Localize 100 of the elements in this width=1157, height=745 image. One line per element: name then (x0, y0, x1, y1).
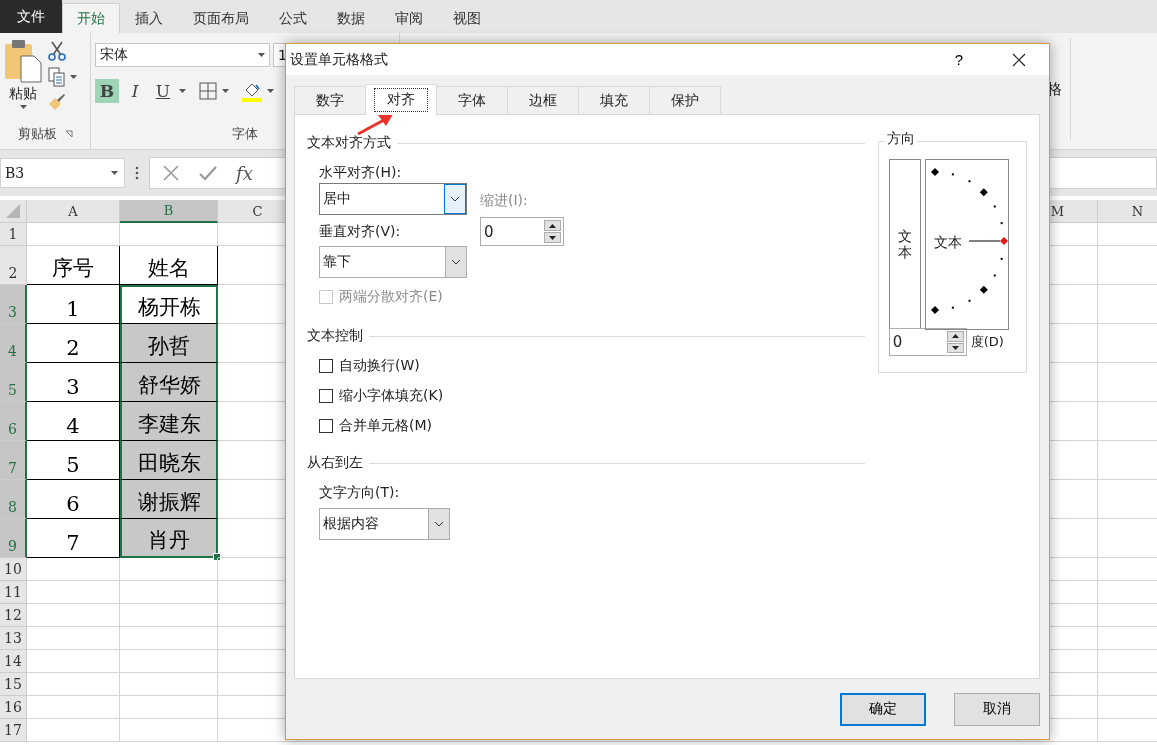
dialog-title: 设置单元格格式 (290, 50, 389, 69)
dialog-tab[interactable]: 保护 (649, 86, 721, 114)
scissors-icon[interactable] (48, 41, 66, 61)
degrees-field[interactable]: 0 (888, 328, 967, 356)
checkbox-label[interactable]: 缩小字体填充(K) (339, 387, 444, 405)
cancel-icon[interactable] (162, 164, 180, 182)
file-menu[interactable]: 文件 (0, 0, 62, 33)
table-cell: 序号 (27, 246, 120, 285)
group-label: 剪贴板 (17, 125, 57, 143)
field-label: 垂直对齐(V): (319, 222, 402, 241)
caret-icon (258, 53, 265, 57)
row-header[interactable]: 7 (0, 441, 27, 480)
ribbon-tab[interactable]: 视图 (438, 3, 496, 33)
checkbox[interactable] (319, 419, 333, 433)
group-label: 字体 (232, 125, 258, 143)
text-direction-dropdown[interactable]: 根据内容 (319, 508, 450, 540)
row-header[interactable]: 12 (0, 604, 27, 627)
ribbon-tab[interactable]: 数据 (322, 3, 380, 33)
more-icon[interactable] (135, 166, 139, 180)
table-cell: 田晓东 (120, 441, 218, 480)
spin-up-button[interactable] (946, 331, 964, 342)
format-painter-icon[interactable] (48, 93, 66, 111)
row-header[interactable]: 6 (0, 402, 27, 441)
paste-icon[interactable] (4, 39, 42, 83)
row-header[interactable]: 16 (0, 696, 27, 719)
column-header[interactable]: A (27, 200, 120, 223)
ok-button[interactable]: 确定 (840, 692, 926, 726)
triangle-down-icon[interactable] (549, 235, 556, 240)
section-heading: 文本对齐方式 (307, 134, 391, 152)
field-label: 度(D) (970, 333, 1004, 351)
row-header[interactable]: 15 (0, 673, 27, 696)
chevron-down-icon (434, 521, 444, 527)
field-label: 文字方向(T): (319, 483, 401, 502)
horizontal-align-dropdown[interactable]: 居中 (319, 183, 467, 215)
paste-label[interactable]: 粘贴 (9, 85, 37, 103)
name-box[interactable]: B3 (0, 158, 125, 188)
ribbon-tab[interactable]: 审阅 (380, 3, 438, 33)
row-header[interactable]: 2 (0, 246, 27, 285)
caret-icon (222, 89, 229, 93)
bold-button[interactable]: B (95, 79, 119, 103)
help-button[interactable]: ? (939, 51, 979, 68)
underline-button[interactable]: U (151, 79, 175, 103)
cancel-button[interactable]: 取消 (954, 692, 1040, 726)
dialog-launcher-icon[interactable] (64, 130, 73, 138)
ribbon-tab[interactable]: 插入 (120, 3, 178, 33)
checkbox-label[interactable]: 合并单元格(M) (339, 417, 432, 435)
dialog-tab[interactable]: 对齐 (365, 84, 437, 115)
field-label: 缩进(I): (480, 191, 529, 210)
row-header[interactable]: 9 (0, 519, 27, 558)
font-name-field[interactable]: 宋体 (95, 43, 270, 67)
caret-icon (19, 105, 27, 109)
chevron-down-icon (451, 259, 461, 265)
section-heading: 文本控制 (307, 327, 363, 345)
copy-icon[interactable] (48, 67, 66, 87)
triangle-up-icon[interactable] (549, 223, 556, 228)
caret-icon (70, 75, 77, 79)
row-header[interactable]: 13 (0, 627, 27, 650)
caret-icon (179, 89, 186, 93)
section-heading: 方向 (884, 130, 917, 148)
ribbon-tab[interactable]: 开始 (62, 3, 120, 33)
row-header[interactable]: 10 (0, 558, 27, 581)
borders-icon[interactable] (198, 81, 218, 101)
caret-icon (267, 89, 274, 93)
triangle-up-icon[interactable] (951, 334, 959, 339)
table-cell: 李建东 (120, 402, 218, 441)
table-cell: 肖丹 (120, 519, 218, 558)
section-heading: 从右到左 (307, 454, 363, 472)
spin-up-button[interactable] (544, 220, 561, 231)
italic-button[interactable]: I (123, 79, 147, 103)
caret-icon (111, 171, 118, 175)
table-cell: 孙哲 (120, 324, 218, 363)
vertical-align-dropdown[interactable]: 靠下 (319, 246, 467, 278)
triangle-down-icon[interactable] (951, 345, 959, 350)
fill-handle[interactable] (213, 553, 221, 561)
row-header[interactable]: 11 (0, 581, 27, 604)
ribbon-tab[interactable]: 页面布局 (178, 3, 264, 33)
chevron-down-icon (450, 196, 460, 202)
table-cell: 1 (27, 285, 120, 324)
insert-function-button[interactable]: fx (236, 162, 253, 184)
ribbon-tab[interactable]: 公式 (264, 3, 322, 33)
table-cell: 谢振辉 (120, 480, 218, 519)
row-header[interactable]: 8 (0, 480, 27, 519)
vertical-text-option[interactable]: 文本 (888, 159, 921, 330)
check-icon[interactable] (198, 164, 218, 182)
dialog-tab[interactable]: 数字 (294, 86, 366, 114)
row-header[interactable]: 3 (0, 285, 27, 324)
row-header[interactable]: 17 (0, 719, 27, 742)
table-cell: 姓名 (120, 246, 218, 285)
spin-down-button[interactable] (544, 232, 561, 243)
checkbox[interactable] (319, 389, 333, 403)
column-header[interactable]: N (1098, 200, 1157, 223)
checkbox[interactable] (319, 359, 333, 373)
field-label: 水平对齐(H): (319, 163, 403, 182)
close-icon[interactable] (1012, 52, 1026, 67)
table-cell: 舒华娇 (120, 363, 218, 402)
row-header[interactable]: 1 (0, 223, 27, 246)
row-header[interactable]: 14 (0, 650, 27, 673)
spin-down-button[interactable] (946, 342, 964, 353)
orientation-dial[interactable]: 文本 (924, 159, 1009, 330)
checkbox-label[interactable]: 自动换行(W) (339, 357, 420, 375)
